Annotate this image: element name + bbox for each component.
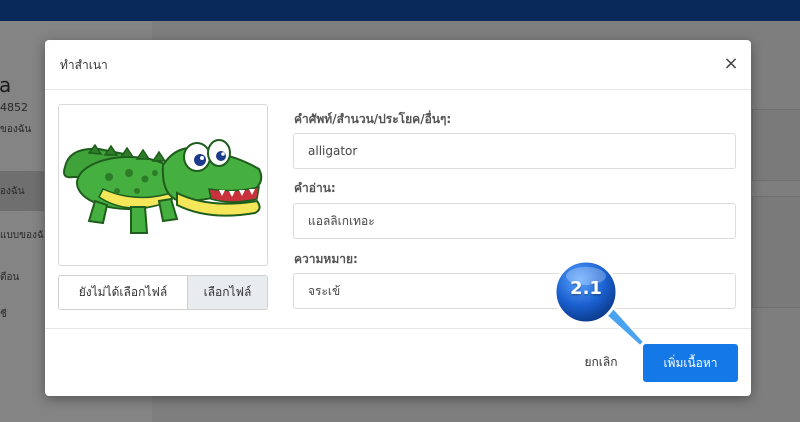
dialog-header: ทำสำเนา ×	[45, 40, 751, 90]
background-panel	[752, 196, 800, 308]
profile-id: 4852	[0, 101, 28, 114]
meaning-input[interactable]	[293, 273, 736, 309]
reading-input[interactable]	[293, 203, 736, 239]
sidebar-item-2[interactable]: องฉัน	[0, 184, 25, 199]
sidebar-item-1[interactable]: ของฉัน	[0, 122, 31, 137]
file-picker: ยังไม่ได้เลือกไฟล์ เลือกไฟล์	[58, 275, 268, 310]
image-preview	[58, 104, 268, 266]
profile-name: a	[0, 73, 12, 97]
close-icon[interactable]: ×	[719, 52, 743, 76]
reading-label: คำอ่าน:	[294, 181, 336, 195]
meaning-label: ความหมาย:	[294, 252, 358, 266]
file-status-text: ยังไม่ได้เลือกไฟล์	[59, 276, 188, 309]
word-label: คำศัพท์/สำนวน/ประโยค/อื่นๆ:	[294, 112, 452, 126]
sidebar-item-4[interactable]: ตือน	[0, 270, 19, 285]
sidebar-item-5[interactable]: ชี	[0, 307, 7, 322]
dialog-title: ทำสำเนา	[60, 58, 108, 72]
background-panel	[752, 109, 800, 181]
crocodile-image	[63, 139, 263, 234]
top-navbar	[0, 0, 800, 21]
step-callout-icon	[553, 259, 646, 348]
word-input[interactable]	[293, 133, 736, 169]
sidebar-item-3[interactable]: แบบของฉั	[0, 228, 44, 243]
choose-file-button[interactable]: เลือกไฟล์	[188, 276, 267, 309]
step-callout-label: 2.1	[570, 278, 602, 299]
